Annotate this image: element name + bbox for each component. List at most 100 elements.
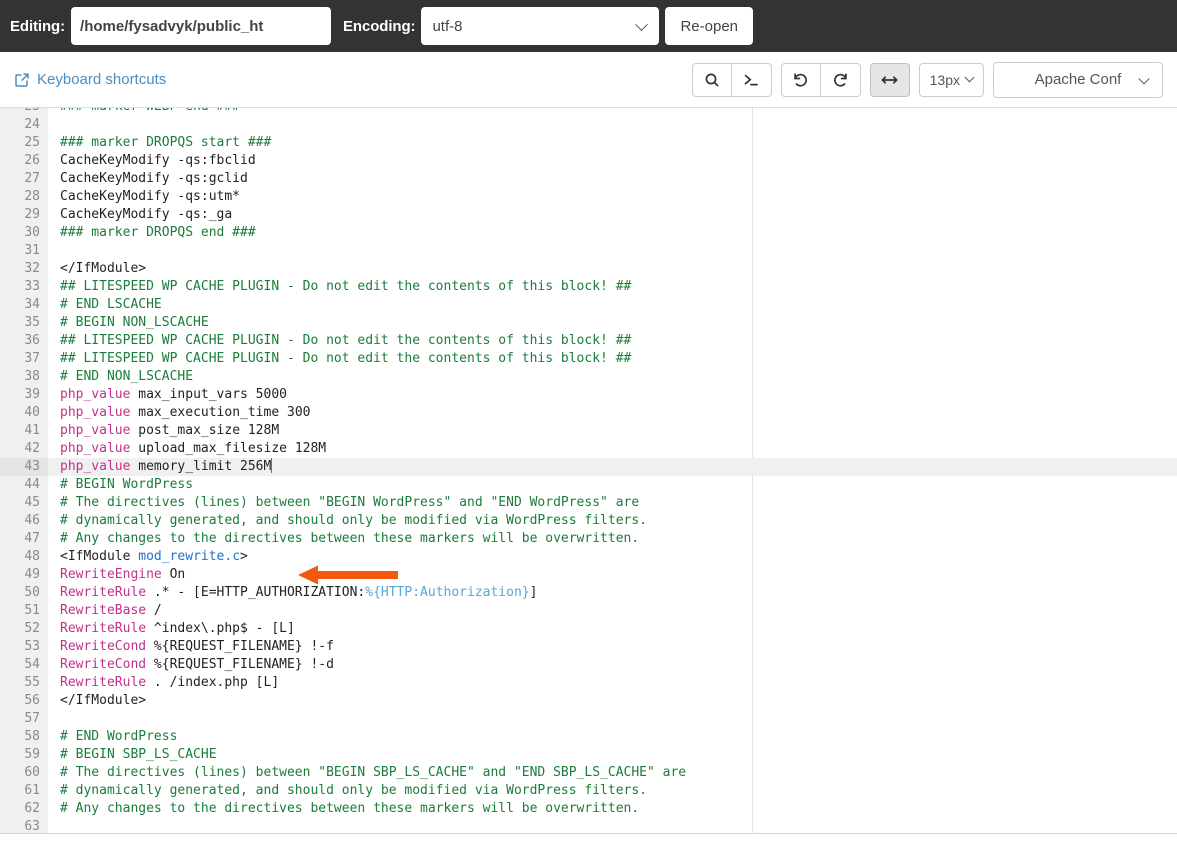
code-line[interactable]: 58 # END WordPress	[0, 728, 1177, 746]
line-number: 30	[0, 224, 48, 242]
code-token: max_execution_time 300	[130, 405, 311, 420]
code-lines-container[interactable]: 23 ### marker WEBP end ### 2425 ### marker …	[0, 108, 1177, 833]
chevron-down-icon	[1138, 72, 1150, 84]
code-token: ### marker DROPQS start ###	[60, 135, 272, 150]
code-line[interactable]: 50 RewriteRule .* - [E=HTTP_AUTHORIZATION…	[0, 584, 1177, 602]
code-line[interactable]: 23 ### marker WEBP end ###	[0, 108, 1177, 116]
line-number: 55	[0, 674, 48, 692]
code-token: On	[161, 567, 186, 582]
code-line[interactable]: 62 # Any changes to the directives betwee…	[0, 800, 1177, 818]
code-line[interactable]: 33 ## LITESPEED WP CACHE PLUGIN - Do not …	[0, 278, 1177, 296]
code-line-text: CacheKeyModify -qs:fbclid	[48, 152, 256, 170]
code-line[interactable]: 45 # The directives (lines) between "BEGI…	[0, 494, 1177, 512]
keyboard-shortcuts-link[interactable]: Keyboard shortcuts	[14, 71, 166, 88]
code-line[interactable]: 41 php_value post_max_size 128M	[0, 422, 1177, 440]
code-line[interactable]: 40 php_value max_execution_time 300	[0, 404, 1177, 422]
code-line[interactable]: 36 ## LITESPEED WP CACHE PLUGIN - Do not …	[0, 332, 1177, 350]
code-line[interactable]: 51 RewriteBase /	[0, 602, 1177, 620]
editor-toolbar: Keyboard shortcuts 13px Apache Conf	[0, 52, 1177, 108]
code-line[interactable]: 61 # dynamically generated, and should on…	[0, 782, 1177, 800]
encoding-select[interactable]: utf-8	[421, 7, 660, 45]
code-line[interactable]: 47 # Any changes to the directives betwee…	[0, 530, 1177, 548]
code-line-text: # END NON_LSCACHE	[48, 368, 193, 386]
code-editor[interactable]: 23 ### marker WEBP end ### 2425 ### marker …	[0, 108, 1177, 834]
search-icon	[704, 72, 720, 88]
text-cursor	[271, 458, 273, 473]
undo-button[interactable]	[780, 62, 821, 97]
code-line[interactable]: 55 RewriteRule . /index.php [L]	[0, 674, 1177, 692]
code-token: </IfModule>	[60, 693, 147, 708]
code-line-text: <IfModule mod_rewrite.c>	[48, 548, 248, 566]
line-number: 32	[0, 260, 48, 278]
code-token: <IfModule	[60, 549, 139, 564]
code-line[interactable]: 57	[0, 710, 1177, 728]
code-line[interactable]: 32 </IfModule>	[0, 260, 1177, 278]
code-token: ]	[529, 585, 538, 600]
code-line[interactable]: 35 # BEGIN NON_LSCACHE	[0, 314, 1177, 332]
code-line[interactable]: 38 # END NON_LSCACHE	[0, 368, 1177, 386]
code-line-text: RewriteCond %{REQUEST_FILENAME} !-f	[48, 638, 334, 656]
code-line[interactable]: 30 ### marker DROPQS end ###	[0, 224, 1177, 242]
code-line[interactable]: 43 php_value memory_limit 256M	[0, 458, 1177, 476]
code-line[interactable]: 56 </IfModule>	[0, 692, 1177, 710]
code-line-text: RewriteRule .* - [E=HTTP_AUTHORIZATION:%…	[48, 584, 537, 602]
code-line[interactable]: 29 CacheKeyModify -qs:_ga	[0, 206, 1177, 224]
code-line-text: php_value max_input_vars 5000	[48, 386, 287, 404]
code-line[interactable]: 42 php_value upload_max_filesize 128M	[0, 440, 1177, 458]
file-path-field[interactable]: /home/fysadvyk/public_ht	[71, 7, 332, 45]
code-line-text: php_value memory_limit 256M	[48, 458, 273, 476]
code-token: php_value	[60, 441, 131, 456]
code-line[interactable]: 52 RewriteRule ^index\.php$ - [L]	[0, 620, 1177, 638]
code-line[interactable]: 46 # dynamically generated, and should on…	[0, 512, 1177, 530]
code-line[interactable]: 48 <IfModule mod_rewrite.c>	[0, 548, 1177, 566]
code-line[interactable]: 28 CacheKeyModify -qs:utm*	[0, 188, 1177, 206]
code-token: . /index.php [L]	[146, 675, 280, 690]
code-line[interactable]: 37 ## LITESPEED WP CACHE PLUGIN - Do not …	[0, 350, 1177, 368]
code-line[interactable]: 54 RewriteCond %{REQUEST_FILENAME} !-d	[0, 656, 1177, 674]
code-line-text: # BEGIN SBP_LS_CACHE	[48, 746, 217, 764]
reopen-button[interactable]: Re-open	[665, 7, 754, 45]
line-number: 37	[0, 350, 48, 368]
code-line-text: </IfModule>	[48, 692, 146, 710]
line-number: 56	[0, 692, 48, 710]
code-line[interactable]: 26 CacheKeyModify -qs:fbclid	[0, 152, 1177, 170]
code-line[interactable]: 34 # END LSCACHE	[0, 296, 1177, 314]
code-line[interactable]: 39 php_value max_input_vars 5000	[0, 386, 1177, 404]
code-line[interactable]: 31	[0, 242, 1177, 260]
code-line[interactable]: 27 CacheKeyModify -qs:gclid	[0, 170, 1177, 188]
code-line[interactable]: 53 RewriteCond %{REQUEST_FILENAME} !-f	[0, 638, 1177, 656]
line-number: 63	[0, 818, 48, 833]
syntax-mode-select[interactable]: Apache Conf	[993, 61, 1163, 98]
code-line-text: php_value max_execution_time 300	[48, 404, 310, 422]
code-line-text: php_value upload_max_filesize 128M	[48, 440, 326, 458]
code-line-text: # dynamically generated, and should only…	[48, 782, 647, 800]
line-number: 28	[0, 188, 48, 206]
keyboard-shortcuts-label: Keyboard shortcuts	[37, 71, 167, 88]
code-token: # BEGIN WordPress	[60, 477, 194, 492]
code-token: # END NON_LSCACHE	[60, 369, 194, 384]
word-wrap-toggle[interactable]	[869, 62, 910, 97]
console-button[interactable]	[731, 62, 772, 97]
syntax-mode-value: Apache Conf	[1034, 71, 1122, 88]
code-line[interactable]: 44 # BEGIN WordPress	[0, 476, 1177, 494]
code-line-text: ### marker WEBP end ###	[48, 108, 240, 116]
code-token: CacheKeyModify -qs:gclid	[60, 171, 248, 186]
editor-header-bar: Editing: /home/fysadvyk/public_ht Encodi…	[0, 0, 1177, 52]
code-token: # BEGIN NON_LSCACHE	[60, 315, 209, 330]
code-line[interactable]: 49 RewriteEngine On	[0, 566, 1177, 584]
code-line-text: RewriteRule . /index.php [L]	[48, 674, 279, 692]
code-token: php_value	[60, 459, 131, 474]
code-token: ^index\.php$ - [L]	[146, 621, 295, 636]
code-line[interactable]: 63	[0, 818, 1177, 833]
line-number: 50	[0, 584, 48, 602]
font-size-select[interactable]: 13px	[918, 62, 984, 97]
redo-button[interactable]	[820, 62, 861, 97]
code-line[interactable]: 25 ### marker DROPQS start ###	[0, 134, 1177, 152]
code-line[interactable]: 24	[0, 116, 1177, 134]
search-button[interactable]	[691, 62, 732, 97]
code-line[interactable]: 60 # The directives (lines) between "BEGI…	[0, 764, 1177, 782]
line-number: 58	[0, 728, 48, 746]
code-token: RewriteRule	[60, 675, 147, 690]
redo-icon	[832, 71, 849, 88]
code-line[interactable]: 59 # BEGIN SBP_LS_CACHE	[0, 746, 1177, 764]
